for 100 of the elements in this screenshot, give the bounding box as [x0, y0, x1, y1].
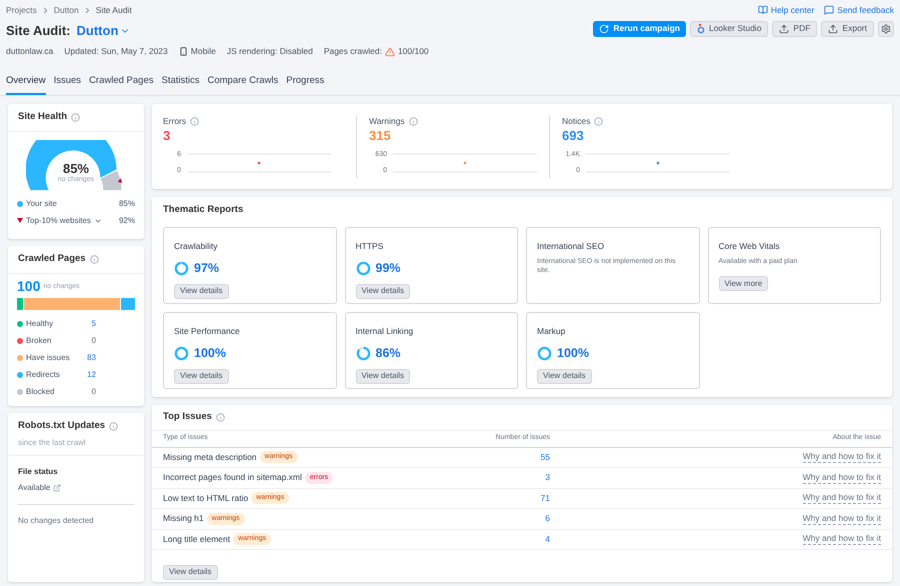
info-icon: [109, 422, 118, 431]
domain-text: duttonlaw.ca: [6, 45, 54, 58]
progress-ring: [537, 346, 552, 361]
fix-link[interactable]: Why and how to fix it: [802, 451, 881, 464]
issue-count[interactable]: 4: [363, 532, 550, 546]
report-title: Markup: [537, 325, 566, 338]
tab[interactable]: Statistics: [161, 74, 200, 96]
info-icon: [90, 254, 99, 264]
info-icon: [190, 117, 200, 126]
view-details-button[interactable]: View details: [537, 368, 592, 384]
view-details-button[interactable]: View details: [163, 564, 218, 580]
fix-link[interactable]: Why and how to fix it: [802, 512, 881, 525]
report-title: Site Performance: [174, 325, 241, 338]
issue-count[interactable]: 6: [363, 512, 550, 526]
phone-icon: [178, 47, 188, 56]
settings-icon: [881, 24, 891, 34]
report-title: Core Web Vitals: [718, 240, 781, 254]
file-status-label: File status: [18, 466, 59, 478]
legend-label: Blocked: [26, 386, 56, 398]
issue-name[interactable]: Low text to HTML ratio: [163, 492, 248, 505]
tab[interactable]: Progress: [286, 74, 324, 96]
report-score[interactable]: 86%: [376, 344, 401, 363]
issue-count[interactable]: 55: [363, 450, 550, 464]
report-title: HTTPS: [356, 240, 384, 254]
settings-button[interactable]: [878, 20, 894, 37]
info-icon: [216, 412, 225, 422]
issue-name[interactable]: Missing meta description: [163, 450, 257, 464]
report-score[interactable]: 97%: [194, 259, 220, 278]
view-details-button[interactable]: View details: [356, 284, 410, 299]
legend-label: Broken: [26, 334, 52, 346]
page-title: Site Audit:: [6, 22, 71, 40]
view-details-button[interactable]: View details: [174, 368, 229, 384]
metric-value[interactable]: 693: [562, 128, 742, 144]
progress-ring: [174, 260, 189, 276]
legend-label: Your site: [26, 198, 57, 210]
looker-icon: [696, 23, 705, 34]
legend-value[interactable]: 83: [78, 352, 96, 364]
issue-name[interactable]: Incorrect pages found in sitemap.xml: [163, 471, 302, 484]
warning-icon: [384, 46, 395, 57]
issue-name[interactable]: Long title element: [163, 532, 230, 546]
legend-value[interactable]: 0: [78, 386, 96, 398]
report-title: Crawlability: [174, 240, 218, 254]
view-details-button[interactable]: View details: [356, 368, 410, 384]
report-score[interactable]: 100%: [194, 344, 226, 363]
legend-label: Healthy: [26, 318, 54, 330]
health-score: 85%: [62, 162, 89, 174]
view-details-button[interactable]: View details: [174, 284, 229, 299]
pages-crawled-label: Pages crawled:: [324, 45, 382, 58]
action-button[interactable]: Rerun campaign: [593, 20, 686, 37]
card-subtitle: since the last crawl: [18, 436, 87, 448]
help-center-link[interactable]: Help center: [758, 4, 814, 17]
issue-count[interactable]: 3: [363, 471, 550, 484]
issue-count[interactable]: 71: [363, 492, 550, 505]
metric-value[interactable]: 3: [163, 128, 356, 144]
file-status-value: Available: [18, 482, 50, 494]
report-title: International SEO: [537, 240, 606, 254]
refresh-icon: [599, 24, 610, 34]
robots-note: No changes detected: [18, 514, 95, 526]
metric-label: Notices: [562, 115, 590, 128]
tab[interactable]: Crawled Pages: [89, 74, 154, 96]
legend-value[interactable]: 5: [78, 318, 96, 330]
tab[interactable]: Overview: [6, 74, 46, 96]
feedback-link[interactable]: Send feedback: [824, 4, 894, 17]
pages-crawled-value: 100/100: [398, 45, 429, 58]
issue-name[interactable]: Missing h1: [163, 512, 204, 526]
project-dropdown[interactable]: Dutton: [76, 20, 130, 40]
report-score[interactable]: 99%: [376, 259, 401, 278]
progress-ring: [356, 346, 370, 361]
pages-total: 100: [17, 278, 40, 292]
external-link-icon[interactable]: [53, 484, 62, 492]
legend-value[interactable]: 0: [78, 334, 96, 346]
chat-bubble-icon: [824, 5, 834, 16]
fix-link[interactable]: Why and how to fix it: [802, 533, 881, 546]
metric-label: Errors: [163, 115, 186, 128]
legend-value[interactable]: 12: [78, 368, 96, 380]
view-details-button[interactable]: View more: [718, 276, 768, 292]
book-icon: [758, 5, 768, 16]
device-text: Mobile: [190, 45, 216, 58]
breadcrumb-link[interactable]: Projects: [6, 4, 37, 17]
report-score[interactable]: 100%: [557, 344, 589, 363]
fix-link[interactable]: Why and how to fix it: [802, 472, 881, 484]
legend-value: 92%: [118, 214, 135, 226]
action-button[interactable]: Looker Studio: [690, 20, 768, 37]
tab[interactable]: Compare Crawls: [208, 74, 278, 96]
report-title: Internal Linking: [356, 325, 414, 338]
legend-label: Redirects: [26, 368, 61, 380]
updated-text: Updated: Sun, May 7, 2023: [64, 45, 168, 58]
card-title: Site Health: [18, 110, 68, 124]
progress-ring: [174, 346, 189, 361]
tab[interactable]: Issues: [54, 74, 82, 96]
breadcrumb-link[interactable]: Dutton: [54, 4, 79, 17]
action-button[interactable]: PDF: [772, 20, 818, 37]
card-title: Crawled Pages: [18, 252, 86, 266]
fix-link[interactable]: Why and how to fix it: [802, 492, 881, 504]
progress-ring: [356, 260, 370, 276]
triangle-marker-icon: [17, 218, 23, 223]
card-title: Top Issues: [163, 410, 212, 424]
action-button[interactable]: Export: [821, 20, 874, 37]
info-icon: [71, 112, 80, 122]
card-title: Thematic Reports: [163, 203, 244, 218]
